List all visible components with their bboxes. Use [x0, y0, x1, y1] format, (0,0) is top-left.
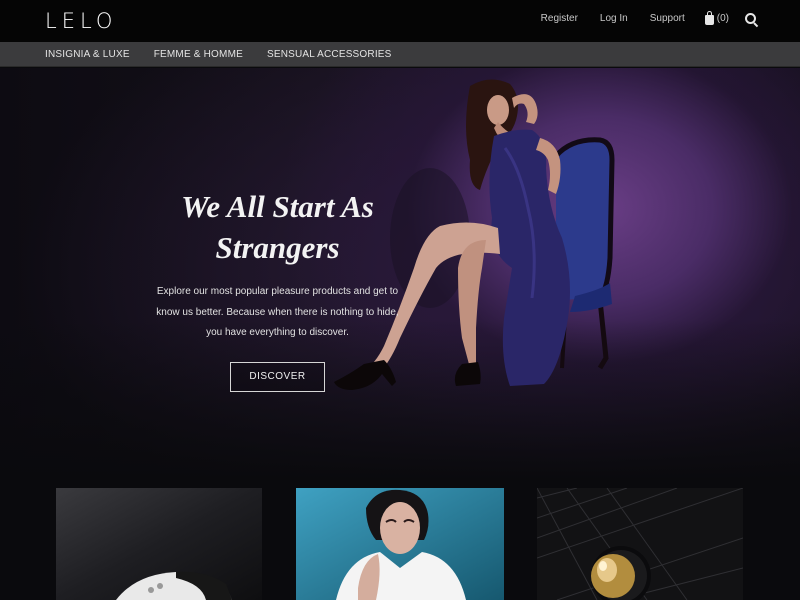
nav-item-sensual-accessories[interactable]: SENSUAL ACCESSORIES — [267, 49, 392, 60]
hero-banner: We All Start As Strangers Explore our mo… — [0, 68, 800, 480]
hero-text-line2: know us better. Because when there is no… — [156, 306, 399, 318]
hero-title-line2: Strangers — [215, 230, 340, 265]
shopping-bag-icon — [704, 10, 714, 25]
hero-title: We All Start As Strangers — [140, 186, 415, 268]
nav-item-femme-homme[interactable]: FEMME & HOMME — [154, 49, 243, 60]
hero-text-line3: you have everything to discover. — [206, 327, 349, 338]
hero-description: Explore our most popular pleasure produc… — [140, 282, 415, 344]
top-header: LELO Register Log In Support (0) — [0, 0, 800, 42]
cart-button[interactable]: (0) — [704, 10, 729, 25]
cart-count: (0) — [716, 12, 729, 24]
search-icon[interactable] — [745, 12, 756, 24]
product-tile-1[interactable] — [56, 488, 262, 600]
product-tile-2[interactable] — [296, 488, 504, 600]
product-tile-3[interactable] — [537, 488, 743, 600]
tile-image-luxe — [537, 488, 743, 600]
hero-copy: We All Start As Strangers Explore our mo… — [140, 186, 415, 392]
tile-image-portrait — [296, 488, 504, 600]
support-link[interactable]: Support — [650, 13, 685, 24]
register-link[interactable]: Register — [541, 13, 578, 24]
main-nav: INSIGNIA & LUXE FEMME & HOMME SENSUAL AC… — [0, 42, 800, 67]
login-link[interactable]: Log In — [600, 13, 628, 24]
discover-button[interactable]: DISCOVER — [230, 361, 325, 392]
lelo-logo[interactable]: LELO — [45, 9, 117, 33]
nav-item-insignia-luxe[interactable]: INSIGNIA & LUXE — [45, 49, 130, 60]
hero-text-line1: Explore our most popular pleasure produc… — [156, 286, 399, 297]
hero-title-line1: We All Start As — [181, 189, 374, 224]
account-links: Register Log In Support (0) — [541, 0, 756, 36]
tile-image-device — [56, 488, 262, 600]
